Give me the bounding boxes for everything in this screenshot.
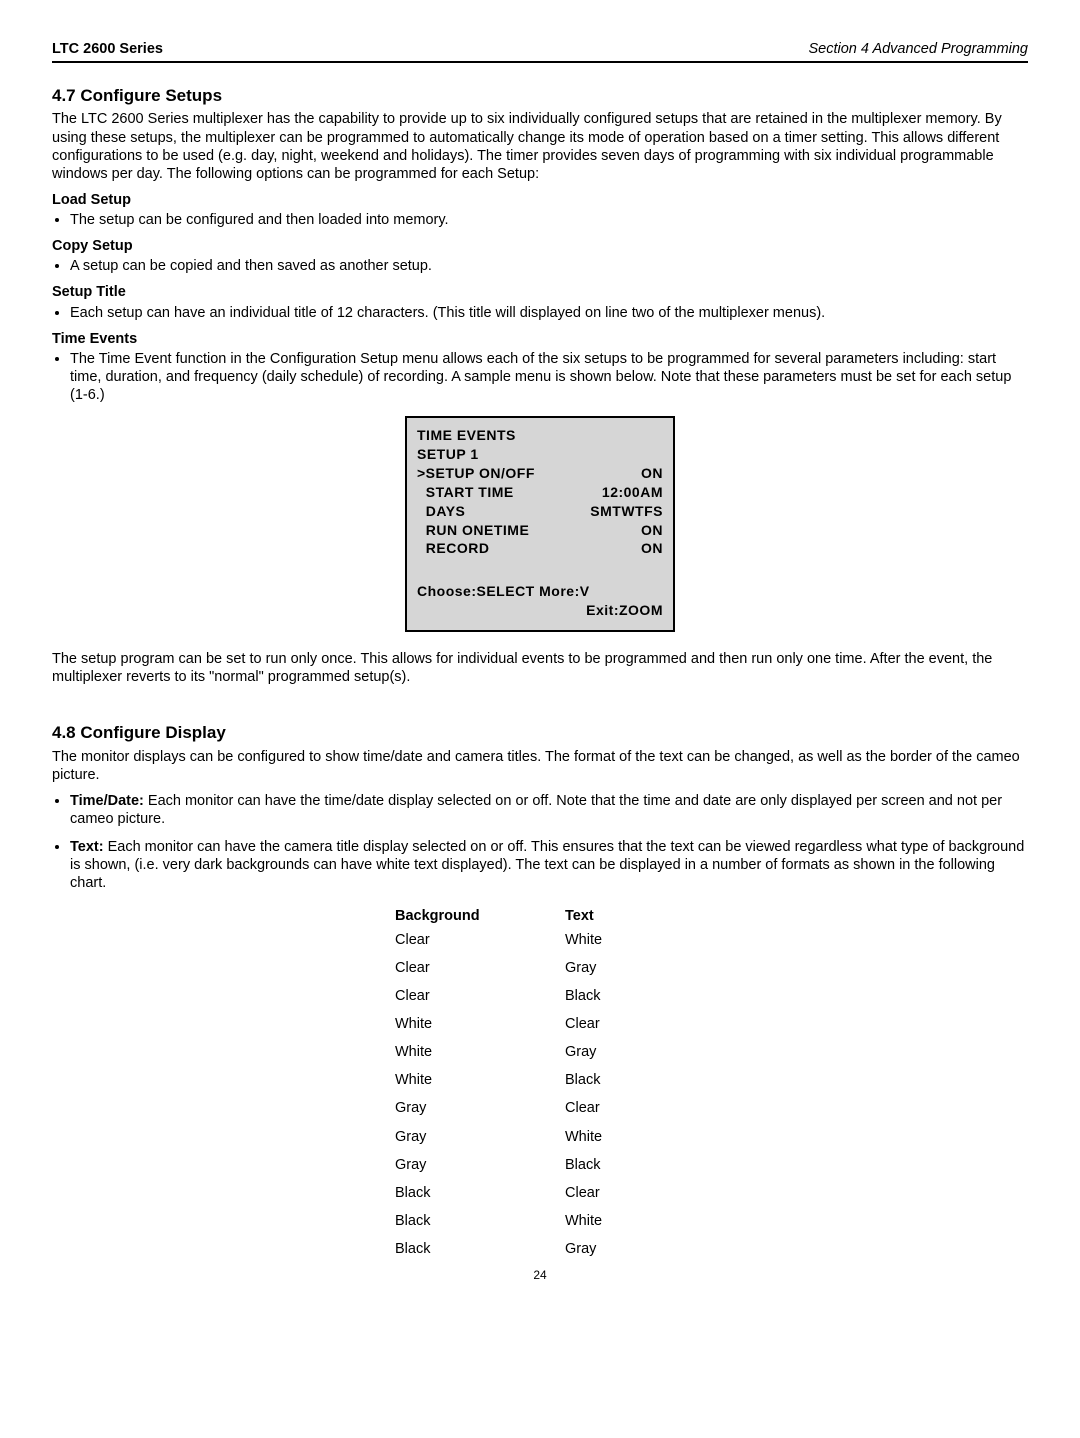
menu-row-onoff-value: ON [641,464,663,483]
menu-spacer [417,558,663,582]
table-row: ClearWhite [395,931,685,949]
bg-text-table: Background Text ClearWhiteClearGrayClear… [395,907,685,1259]
table-row: GrayClear [395,1099,685,1117]
table-body: ClearWhiteClearGrayClearBlackWhiteClearW… [395,931,685,1259]
table-row: GrayWhite [395,1128,685,1146]
table-cell-text: Black [565,987,685,1005]
table-row: GrayBlack [395,1156,685,1174]
copy-setup-heading: Copy Setup [52,237,1028,255]
table-cell-text: Clear [565,1015,685,1033]
bullet-text-bold: Text: [70,839,104,855]
table-cell-text: Clear [565,1184,685,1202]
bullet-text: Text: Each monitor can have the camera t… [70,838,1028,892]
bullet-timedate-text: Each monitor can have the time/date disp… [70,793,1002,827]
table-cell-text: White [565,931,685,949]
menu-row-days-value: SMTWTFS [590,502,663,521]
setup-title-item: Each setup can have an individual title … [70,304,1028,322]
table-header: Background Text [395,907,685,925]
menu-row-starttime-value: 12:00AM [602,483,663,502]
table-cell-bg: Clear [395,987,565,1005]
menu-setup-label: SETUP 1 [417,445,663,464]
time-events-heading: Time Events [52,330,1028,348]
header-right: Section 4 Advanced Programming [809,40,1029,58]
section-47-intro: The LTC 2600 Series multiplexer has the … [52,110,1028,183]
table-cell-text: Black [565,1071,685,1089]
table-row: BlackWhite [395,1212,685,1230]
table-row: BlackClear [395,1184,685,1202]
table-cell-bg: Black [395,1212,565,1230]
table-cell-bg: White [395,1071,565,1089]
time-events-item: The Time Event function in the Configura… [70,350,1028,404]
page-header: LTC 2600 Series Section 4 Advanced Progr… [52,40,1028,58]
menu-footer-exit: Exit:ZOOM [417,601,663,620]
section-48-intro: The monitor displays can be configured t… [52,748,1028,784]
load-setup-item: The setup can be configured and then loa… [70,211,1028,229]
table-row: ClearGray [395,959,685,977]
table-cell-text: Gray [565,1240,685,1258]
menu-row-runonetime-value: ON [641,521,663,540]
table-cell-text: Black [565,1156,685,1174]
menu-row-days-label: DAYS [417,502,465,521]
menu-row-onoff-label: >SETUP ON/OFF [417,464,535,483]
menu-row-record-value: ON [641,539,663,558]
time-events-menu: TIME EVENTS SETUP 1 >SETUP ON/OFF ON STA… [405,416,675,632]
menu-row-days: DAYS SMTWTFS [417,502,663,521]
table-row: WhiteGray [395,1043,685,1061]
menu-title: TIME EVENTS [417,426,663,445]
copy-setup-list: A setup can be copied and then saved as … [52,257,1028,275]
table-row: ClearBlack [395,987,685,1005]
load-setup-heading: Load Setup [52,191,1028,209]
copy-setup-item: A setup can be copied and then saved as … [70,257,1028,275]
table-cell-bg: White [395,1043,565,1061]
menu-row-starttime-label: START TIME [417,483,514,502]
section-47-after: The setup program can be set to run only… [52,650,1028,686]
table-cell-bg: Gray [395,1156,565,1174]
header-left: LTC 2600 Series [52,40,163,58]
table-cell-bg: Gray [395,1128,565,1146]
section-48-bullets: Time/Date: Each monitor can have the tim… [52,792,1028,893]
menu-row-starttime: START TIME 12:00AM [417,483,663,502]
table-cell-text: Gray [565,959,685,977]
table-header-text: Text [565,907,685,925]
table-cell-text: Clear [565,1099,685,1117]
table-cell-bg: Black [395,1184,565,1202]
table-row: WhiteClear [395,1015,685,1033]
time-events-list: The Time Event function in the Configura… [52,350,1028,404]
setup-title-list: Each setup can have an individual title … [52,304,1028,322]
header-rule [52,61,1028,63]
menu-footer-choose: Choose:SELECT More:V [417,582,663,601]
menu-row-record-label: RECORD [417,539,489,558]
menu-row-runonetime: RUN ONETIME ON [417,521,663,540]
table-cell-text: Gray [565,1043,685,1061]
menu-row-runonetime-label: RUN ONETIME [417,521,529,540]
setup-title-heading: Setup Title [52,283,1028,301]
table-cell-bg: White [395,1015,565,1033]
section-48-heading: 4.8 Configure Display [52,722,1028,743]
table-row: WhiteBlack [395,1071,685,1089]
bullet-timedate-bold: Time/Date: [70,793,144,809]
table-cell-text: White [565,1212,685,1230]
bullet-text-text: Each monitor can have the camera title d… [70,839,1024,891]
menu-row-record: RECORD ON [417,539,663,558]
table-header-bg: Background [395,907,565,925]
table-row: BlackGray [395,1240,685,1258]
page-number: 24 [52,1268,1028,1283]
table-cell-bg: Clear [395,931,565,949]
menu-row-onoff: >SETUP ON/OFF ON [417,464,663,483]
load-setup-list: The setup can be configured and then loa… [52,211,1028,229]
section-47-heading: 4.7 Configure Setups [52,85,1028,106]
table-cell-text: White [565,1128,685,1146]
table-cell-bg: Clear [395,959,565,977]
table-cell-bg: Black [395,1240,565,1258]
table-cell-bg: Gray [395,1099,565,1117]
bullet-timedate: Time/Date: Each monitor can have the tim… [70,792,1028,828]
